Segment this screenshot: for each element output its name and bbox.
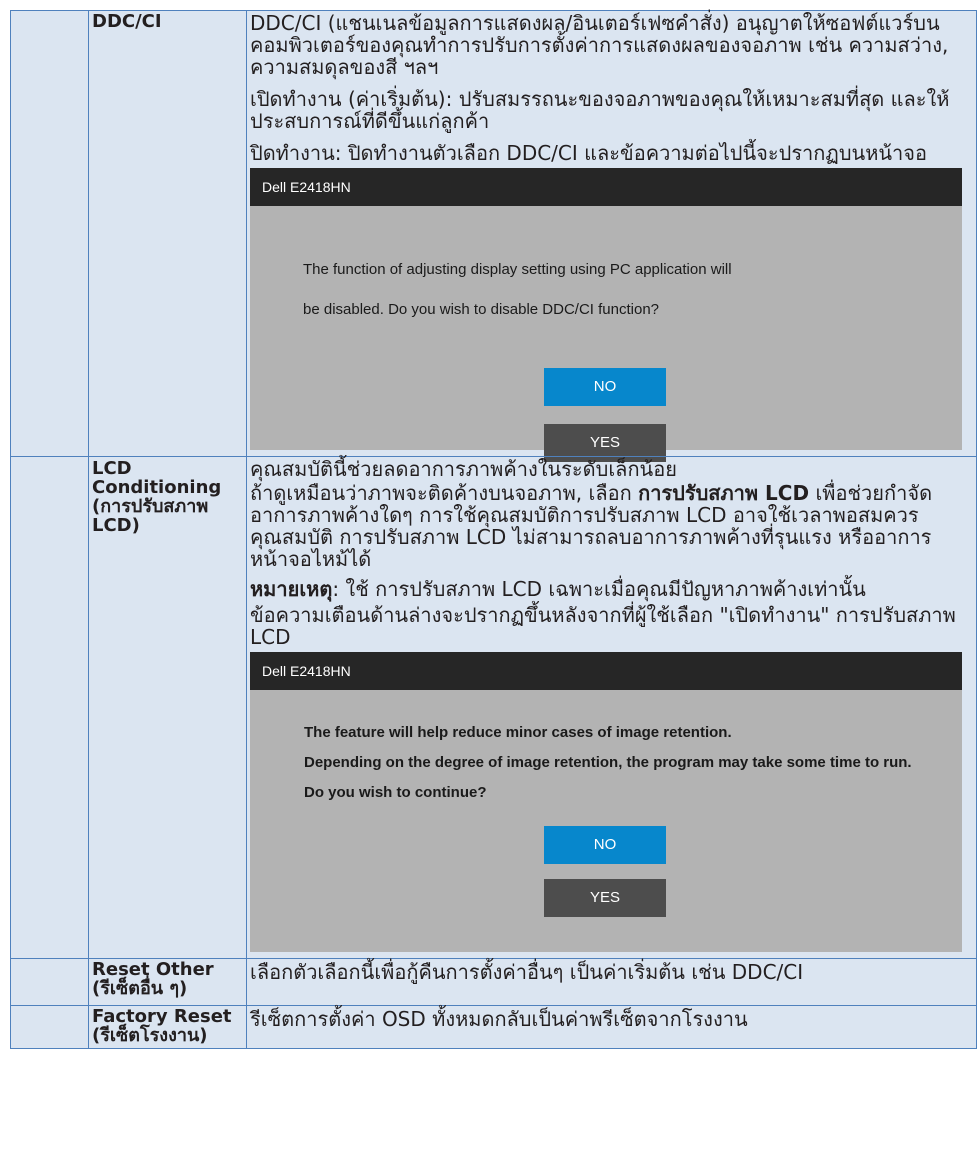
note-paragraph: หมายเหตุ: ใช้ การปรับสภาพ LCD เฉพาะเมื่อ… <box>250 578 968 600</box>
row-description: คุณสมบัตินี้ช่วยลดอาการภาพค้างในระดับเล็… <box>246 456 977 959</box>
no-button[interactable]: NO <box>544 826 666 864</box>
description-paragraph: ปิดทำงาน: ปิดทำงานตัวเลือก DDC/CI และข้อ… <box>250 141 928 165</box>
row-reset-other: Reset Other (รีเซ็ตอื่น ๆ) เลือกตัวเลือก… <box>10 958 977 1006</box>
blank-cell <box>10 1005 89 1049</box>
osd-dialog: Dell E2418HN The function of adjusting d… <box>250 168 962 462</box>
text-span: ถ้าดูเหมือนว่าภาพจะติดค้างบนจอภาพ, เลือก <box>250 481 639 505</box>
yes-button[interactable]: YES <box>544 879 666 917</box>
dialog-message-line: be disabled. Do you wish to disable DDC/… <box>303 301 660 318</box>
row-label: Factory Reset (รีเซ็ตโรงงาน) <box>88 1005 247 1049</box>
blank-cell <box>10 456 89 959</box>
row-label: LCD Conditioning (การปรับสภาพ LCD) <box>88 456 247 959</box>
dialog-message-line: Do you wish to continue? <box>304 784 487 801</box>
row-description: รีเซ็ตการตั้งค่า OSD ทั้งหมดกลับเป็นค่าพ… <box>246 1005 977 1049</box>
description-paragraph: เปิดทำงาน (ค่าเริ่มต้น): ปรับสมรรถนะของจ… <box>250 87 950 133</box>
settings-table: DDC/CI DDC/CI (แชนเนลข้อมูลการแสดงผล/อิน… <box>10 10 977 1049</box>
dialog-message: The feature will help reduce minor cases… <box>250 690 962 808</box>
row-description: เลือกตัวเลือกนี้เพื่อกู้คืนการตั้งค่าอื่… <box>246 958 977 1006</box>
note-label: หมายเหตุ <box>250 577 333 601</box>
osd-dialog: Dell E2418HN The feature will help reduc… <box>250 652 962 952</box>
warning-paragraph: ข้อความเตือนด้านล่างจะปรากฏขึ้นหลังจากที… <box>250 603 956 649</box>
description-paragraph: DDC/CI (แชนเนลข้อมูลการแสดงผล/อินเตอร์เฟ… <box>250 11 949 79</box>
dialog-message-line: The function of adjusting display settin… <box>303 261 732 278</box>
row-description: DDC/CI (แชนเนลข้อมูลการแสดงผล/อินเตอร์เฟ… <box>246 10 977 462</box>
dialog-message-line: Depending on the degree of image retenti… <box>304 754 912 771</box>
description-paragraph: คุณสมบัตินี้ช่วยลดอาการภาพค้างในระดับเล็… <box>250 457 677 481</box>
row-ddc-ci: DDC/CI DDC/CI (แชนเนลข้อมูลการแสดงผล/อิน… <box>10 10 977 462</box>
row-label: Reset Other (รีเซ็ตอื่น ๆ) <box>88 958 247 1006</box>
blank-cell <box>10 958 89 1006</box>
no-button[interactable]: NO <box>544 368 666 406</box>
dialog-message: The function of adjusting display settin… <box>250 206 962 330</box>
note-text: : ใช้ การปรับสภาพ LCD เฉพาะเมื่อคุณมีปัญ… <box>332 577 866 601</box>
row-label: DDC/CI <box>88 10 247 457</box>
blank-cell <box>10 10 89 457</box>
bold-term: การปรับสภาพ LCD <box>638 481 810 505</box>
dialog-title: Dell E2418HN <box>250 168 962 206</box>
row-factory-reset: Factory Reset (รีเซ็ตโรงงาน) รีเซ็ตการตั… <box>10 1005 977 1049</box>
row-lcd-conditioning: LCD Conditioning (การปรับสภาพ LCD) คุณสม… <box>10 456 977 959</box>
description-paragraph: ถ้าดูเหมือนว่าภาพจะติดค้างบนจอภาพ, เลือก… <box>250 482 968 570</box>
dialog-message-line: The feature will help reduce minor cases… <box>304 724 732 741</box>
dialog-title: Dell E2418HN <box>250 652 962 690</box>
